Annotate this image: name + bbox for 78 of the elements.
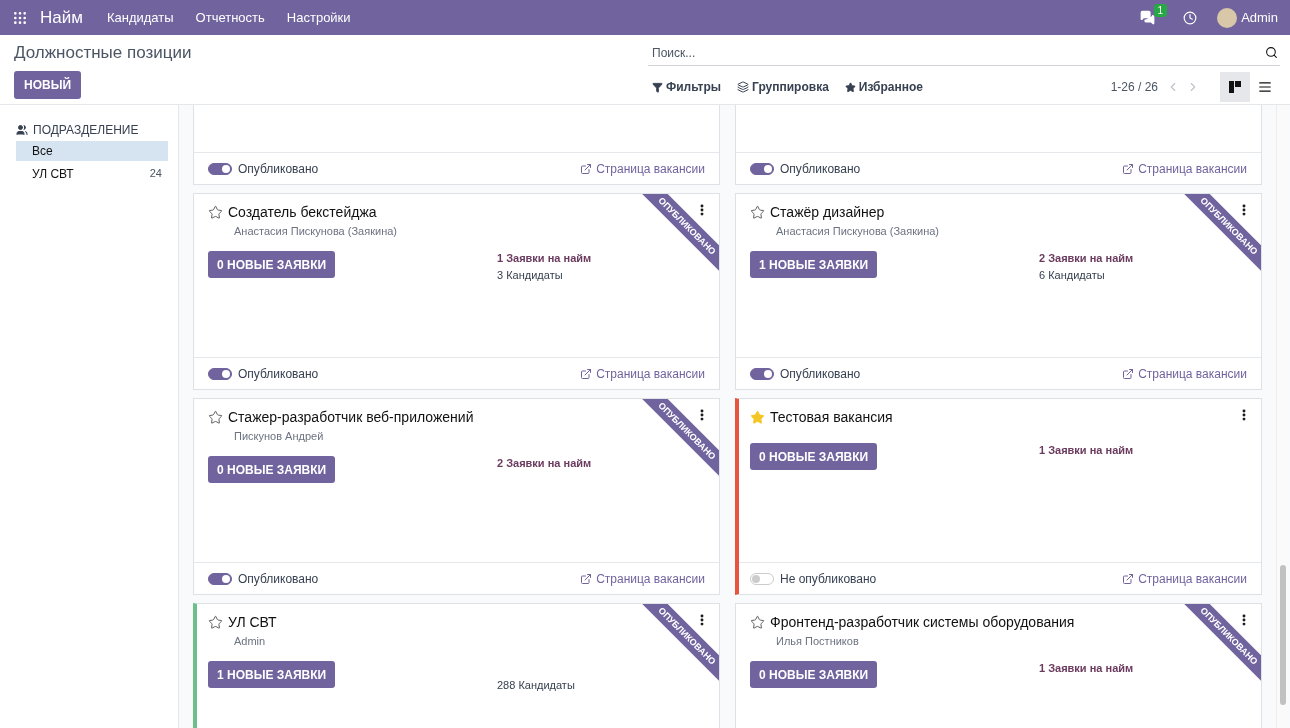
search-input[interactable]: Поиск... (650, 44, 1265, 61)
job-title: УЛ СВТ (228, 614, 277, 630)
publish-status: Опубликовано (780, 366, 861, 381)
favorite-star-icon[interactable] (208, 614, 223, 630)
job-title: Стажёр дизайнер (770, 204, 885, 220)
new-applications-button[interactable]: 1 НОВЫЕ ЗАЯВКИ (208, 661, 336, 688)
favorite-star-icon[interactable] (750, 204, 765, 220)
job-page-link[interactable]: Страница вакансии (1122, 161, 1247, 176)
user-avatar[interactable] (1217, 7, 1238, 28)
search-icon[interactable] (1265, 46, 1278, 59)
favorite-star-icon[interactable] (750, 614, 765, 630)
publish-toggle[interactable] (208, 367, 232, 380)
new-applications-button[interactable]: 1 НОВЫЕ ЗАЯВКИ (750, 251, 878, 278)
top-menu-item[interactable]: Настройки (286, 10, 351, 25)
page-title: Должностные позиции (14, 43, 193, 63)
candidates-count: 3 Кандидаты (497, 269, 564, 283)
top-menu-item[interactable]: Кандидаты (106, 10, 174, 25)
users-icon (16, 124, 28, 136)
top-menu-item[interactable]: Отчетность (195, 10, 265, 25)
publish-toggle[interactable] (208, 162, 232, 175)
activity-clock-icon[interactable] (1183, 10, 1198, 25)
publish-status: Не опубликовано (780, 571, 877, 586)
candidates-count: 6 Кандидаты (1039, 269, 1106, 283)
external-link-icon (1122, 367, 1135, 380)
view-switch-button[interactable] (1220, 72, 1250, 102)
external-link-icon (580, 367, 593, 380)
filter-icon (652, 81, 663, 93)
new-applications-button[interactable]: 0 НОВЫЕ ЗАЯВКИ (750, 661, 878, 688)
messages-icon[interactable] (1140, 10, 1156, 25)
message-count-badge: 1 (1153, 4, 1168, 17)
publish-status: Опубликовано (238, 571, 319, 586)
new-applications-button[interactable]: 0 НОВЫЕ ЗАЯВКИ (750, 443, 878, 470)
filter-heading: ПОДРАЗДЕЛЕНИЕ (33, 123, 139, 137)
hire-requests-link[interactable]: 1 Заявки на найм (1039, 662, 1249, 679)
publish-toggle[interactable] (750, 162, 774, 175)
hire-requests-link[interactable]: 1 Заявки на найм (1039, 444, 1249, 461)
item-count: 24 (149, 167, 162, 181)
publish-toggle[interactable] (750, 367, 774, 380)
hire-requests-link[interactable]: 2 Заявки на найм (1039, 252, 1249, 269)
publish-status: Опубликовано (780, 161, 861, 176)
apps-menu-icon[interactable] (12, 9, 28, 26)
favorite-star-icon[interactable] (208, 204, 223, 220)
job-page-link[interactable]: Страница вакансии (580, 161, 705, 176)
list-icon (1258, 80, 1272, 94)
publish-status: Опубликовано (238, 366, 319, 381)
department-filter-item[interactable]: УЛ СВТ 24 (16, 164, 168, 184)
job-page-link[interactable]: Страница вакансии (1122, 571, 1247, 586)
layers-icon (737, 81, 750, 93)
user-name[interactable]: Admin (1241, 10, 1278, 25)
job-title: Стажер-разработчик веб-приложений (228, 409, 474, 425)
job-title: Тестовая вакансия (770, 409, 893, 425)
candidates-count: 288 Кандидаты (497, 679, 576, 693)
job-page-link[interactable]: Страница вакансии (580, 571, 705, 586)
new-button[interactable]: НОВЫЙ (14, 71, 82, 99)
filter-menu-button[interactable]: Группировка (733, 80, 833, 94)
hire-requests-link[interactable]: 1 Заявки на найм (497, 252, 707, 269)
job-page-link[interactable]: Страница вакансии (1122, 366, 1247, 381)
publish-toggle[interactable] (208, 572, 232, 585)
external-link-icon (1122, 572, 1135, 585)
new-applications-button[interactable]: 0 НОВЫЕ ЗАЯВКИ (208, 456, 336, 483)
app-name: Найм (40, 7, 83, 28)
search-field[interactable]: Поиск... (648, 40, 1280, 66)
hire-requests-link[interactable]: 2 Заявки на найм (497, 457, 707, 474)
job-page-link[interactable]: Страница вакансии (580, 366, 705, 381)
publish-status: Опубликовано (238, 161, 319, 176)
external-link-icon (580, 572, 593, 585)
favorite-star-icon[interactable] (208, 409, 223, 425)
department-filter-item[interactable]: Все (16, 141, 168, 161)
kanban-icon (1229, 81, 1241, 93)
pager-value[interactable]: 1-26 / 26 (1110, 80, 1158, 94)
star-icon (844, 81, 856, 93)
external-link-icon (1122, 162, 1135, 175)
external-link-icon (580, 162, 593, 175)
new-applications-button[interactable]: 0 НОВЫЕ ЗАЯВКИ (208, 251, 336, 278)
filter-menu-button[interactable]: Фильтры (648, 80, 726, 94)
job-title: Фронтенд-разработчик системы оборудования (770, 614, 1075, 630)
filter-menu-button[interactable]: Избранное (840, 80, 928, 94)
job-title: Создатель бекстейджа (228, 204, 377, 220)
